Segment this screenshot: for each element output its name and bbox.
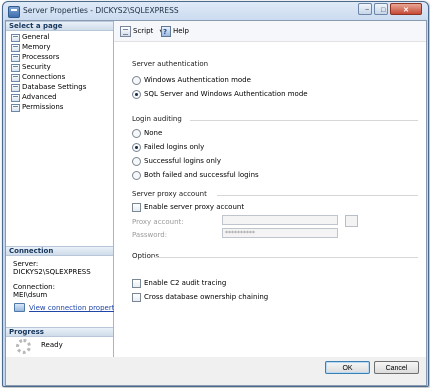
options-title: Options <box>132 252 160 260</box>
page-icon <box>11 84 20 92</box>
both-logins-label: Both failed and successful logins <box>144 171 259 179</box>
none-radio[interactable]: None <box>132 128 162 138</box>
sql-windows-authentication-label: SQL Server and Windows Authentication mo… <box>144 90 308 98</box>
page-list: General Memory Processors Security Conne… <box>8 32 112 112</box>
page-item-general[interactable]: General <box>8 32 112 42</box>
progress-status: Ready <box>41 341 63 349</box>
dialog-client-area: Select a page General Memory Processors … <box>5 20 427 386</box>
login-auditing-divider <box>190 120 418 121</box>
sql-windows-authentication-radio[interactable]: SQL Server and Windows Authentication mo… <box>132 89 308 99</box>
maximize-button[interactable]: □ <box>374 3 388 15</box>
page-icon <box>11 54 20 62</box>
password-input[interactable]: ********** <box>222 228 338 238</box>
help-icon <box>161 26 171 38</box>
page-item-label: Security <box>22 63 51 71</box>
browse-proxy-account-button[interactable] <box>345 215 358 227</box>
script-icon <box>120 26 131 37</box>
page-item-permissions[interactable]: Permissions <box>8 102 112 112</box>
options-divider <box>154 257 418 258</box>
radio-button[interactable] <box>132 171 141 180</box>
enable-proxy-label: Enable server proxy account <box>144 203 245 211</box>
page-icon <box>11 34 20 42</box>
proxy-account-label: Proxy account: <box>132 218 184 226</box>
page-item-label: Connections <box>22 73 66 81</box>
page-icon <box>11 74 20 82</box>
left-pane: Select a page General Memory Processors … <box>6 21 124 357</box>
page-item-label: Database Settings <box>22 83 87 91</box>
successful-logins-label: Successful logins only <box>144 157 221 165</box>
ownership-chaining-label: Cross database ownership chaining <box>144 293 269 301</box>
ownership-chaining-checkbox[interactable] <box>132 293 141 302</box>
server-properties-window: Server Properties - DICKYS2\SQLEXPRESS −… <box>2 1 429 387</box>
view-connection-properties-link[interactable]: View connection properties <box>29 304 124 312</box>
connection-value: MEI\dsum <box>13 291 48 299</box>
minimize-button[interactable]: − <box>358 3 372 15</box>
page-item-label: Processors <box>22 53 60 61</box>
proxy-account-input[interactable] <box>222 215 338 225</box>
progress-header: Progress <box>6 327 113 337</box>
script-label: Script <box>133 27 154 35</box>
server-proxy-account-title: Server proxy account <box>132 190 207 198</box>
page-item-label: Permissions <box>22 103 64 111</box>
enable-proxy-checkbox-row[interactable]: Enable server proxy account <box>132 202 244 212</box>
close-button[interactable]: ✕ <box>390 3 422 15</box>
page-item-database-settings[interactable]: Database Settings <box>8 82 112 92</box>
radio-button-selected[interactable] <box>132 143 141 152</box>
both-logins-radio[interactable]: Both failed and successful logins <box>132 170 259 180</box>
page-item-label: General <box>22 33 50 41</box>
windows-authentication-label: Windows Authentication mode <box>144 76 251 84</box>
page-item-label: Memory <box>22 43 51 51</box>
help-button[interactable]: Help <box>161 25 189 38</box>
page-icon <box>11 64 20 72</box>
server-label: Server: <box>13 260 39 268</box>
window-title: Server Properties - DICKYS2\SQLEXPRESS <box>23 6 179 15</box>
connection-properties-icon <box>14 303 25 312</box>
c2-audit-checkbox[interactable] <box>132 279 141 288</box>
page-item-connections[interactable]: Connections <box>8 72 112 82</box>
c2-audit-checkbox-row[interactable]: Enable C2 audit tracing <box>132 278 226 288</box>
title-bar: Server Properties - DICKYS2\SQLEXPRESS −… <box>3 2 428 21</box>
page-icon <box>11 44 20 52</box>
radio-button-selected[interactable] <box>132 90 141 99</box>
connection-header: Connection <box>6 246 113 256</box>
page-item-security[interactable]: Security <box>8 62 112 72</box>
radio-button[interactable] <box>132 129 141 138</box>
page-icon <box>11 104 20 112</box>
script-button[interactable]: Script ▼ <box>120 25 163 37</box>
server-value: DICKYS2\SQLEXPRESS <box>13 268 91 276</box>
login-auditing-title: Login auditing <box>132 115 182 123</box>
help-label: Help <box>173 27 189 35</box>
page-item-label: Advanced <box>22 93 57 101</box>
password-label: Password: <box>132 231 168 239</box>
progress-spinner-icon <box>16 339 31 354</box>
cancel-button[interactable]: Cancel <box>374 361 419 374</box>
page-item-memory[interactable]: Memory <box>8 42 112 52</box>
enable-proxy-checkbox[interactable] <box>132 203 141 212</box>
select-page-header: Select a page <box>6 21 113 31</box>
toolbar: Script ▼ Help <box>114 21 426 42</box>
connection-label: Connection: <box>13 283 55 291</box>
successful-logins-radio[interactable]: Successful logins only <box>132 156 221 166</box>
proxy-divider <box>217 195 418 196</box>
ownership-chaining-checkbox-row[interactable]: Cross database ownership chaining <box>132 292 268 302</box>
failed-logins-radio[interactable]: Failed logins only <box>132 142 204 152</box>
none-label: None <box>144 129 163 137</box>
windows-authentication-radio[interactable]: Windows Authentication mode <box>132 75 251 85</box>
page-icon <box>11 94 20 102</box>
main-panel: Script ▼ Help Server authentication Wind… <box>114 21 426 357</box>
radio-button[interactable] <box>132 76 141 85</box>
c2-audit-label: Enable C2 audit tracing <box>144 279 227 287</box>
failed-logins-label: Failed logins only <box>144 143 205 151</box>
page-item-advanced[interactable]: Advanced <box>8 92 112 102</box>
server-authentication-title: Server authentication <box>132 60 209 68</box>
server-properties-icon <box>8 6 20 18</box>
radio-button[interactable] <box>132 157 141 166</box>
page-item-processors[interactable]: Processors <box>8 52 112 62</box>
ok-button[interactable]: OK <box>325 361 370 374</box>
